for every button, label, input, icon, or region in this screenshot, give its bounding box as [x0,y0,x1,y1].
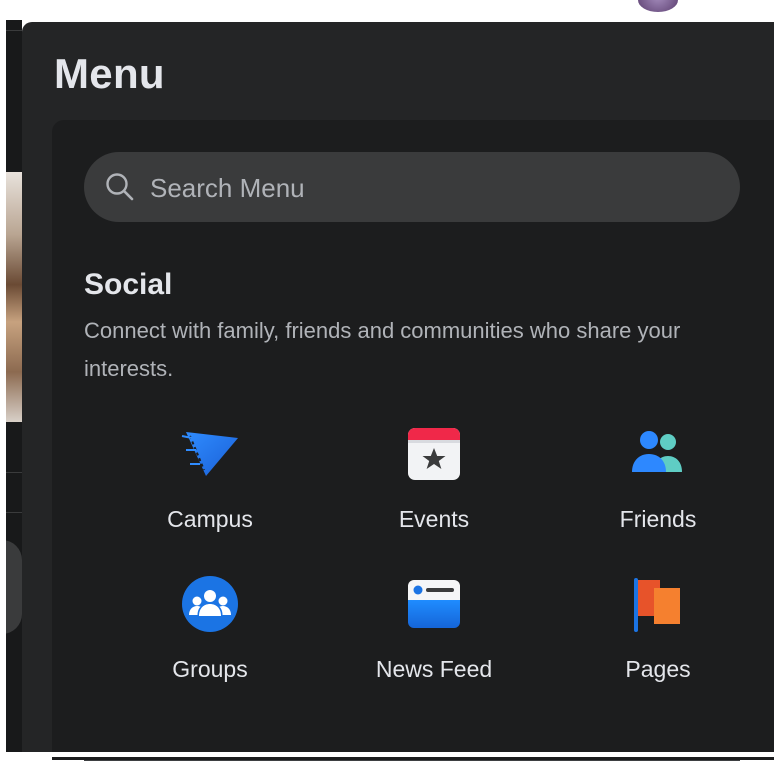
shortcut-friends[interactable]: Friends [558,424,758,554]
background-thumbnail [6,172,22,422]
background-page-strip [0,0,774,20]
section-description: Connect with family, friends and communi… [84,318,681,381]
avatar[interactable] [638,0,678,12]
shortcut-news-feed[interactable]: News Feed [334,574,534,704]
friends-people-icon [632,431,682,472]
shortcut-pages[interactable]: Pages [558,574,758,704]
pages-flag-icon [634,578,680,632]
campus-pennant-icon [181,432,238,476]
menu-panel: Menu Social Connect with family, friends… [22,22,774,761]
shortcut-groups[interactable]: Groups [110,574,310,704]
window-edge [0,752,774,757]
groups-circle-icon [182,576,238,632]
search-icon [106,173,134,201]
shortcut-label: Groups [172,656,248,682]
news-feed-card-icon [408,580,460,628]
window-edge [0,20,6,757]
social-section-card: Social Connect with family, friends and … [52,120,774,761]
shortcut-label: Pages [625,656,691,682]
calendar-star-icon [408,428,460,480]
search-bar[interactable] [84,152,740,224]
shortcut-label: Events [398,506,470,532]
shortcut-label: Friends [619,506,697,532]
shortcut-campus[interactable]: Campus [110,424,310,554]
shortcut-events[interactable]: Events [334,424,534,554]
search-input[interactable] [148,152,722,224]
shortcut-label: News Feed [375,656,493,682]
section-title: Social [84,268,173,301]
shortcut-label: Campus [167,506,253,532]
page-title: Menu [54,50,165,97]
